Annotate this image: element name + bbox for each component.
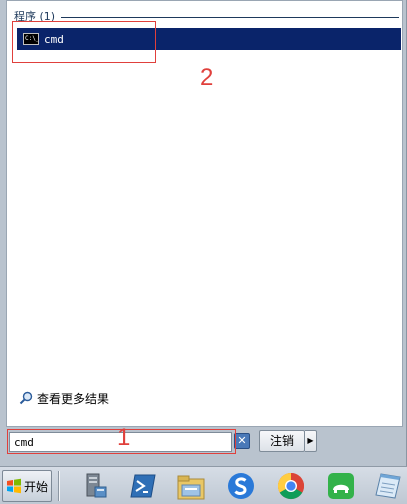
notepad-icon: [375, 473, 401, 499]
logout-button[interactable]: 注销: [259, 430, 305, 452]
green-app-icon: [328, 473, 354, 499]
taskbar-powershell[interactable]: [123, 469, 163, 503]
annotation-number-2: 2: [200, 64, 214, 91]
taskbar: 开始: [0, 466, 407, 504]
see-more-results-label: 查看更多结果: [37, 391, 110, 406]
file-explorer-icon: [177, 475, 205, 500]
search-icon: [19, 391, 33, 405]
annotation-number-1: 1: [117, 424, 131, 451]
powershell-icon: [130, 474, 156, 498]
start-button-label: 开始: [23, 479, 48, 494]
windows-logo-icon: [6, 478, 21, 494]
annotation-box-2: [12, 21, 156, 63]
sogou-browser-icon: [228, 473, 254, 499]
shutdown-options-arrow-button[interactable]: ▶: [305, 430, 317, 452]
clear-search-button[interactable]: ✕: [234, 433, 250, 449]
taskbar-sogou-browser[interactable]: [221, 469, 261, 503]
taskbar-file-explorer[interactable]: [171, 469, 211, 503]
taskbar-notepad[interactable]: [368, 469, 407, 503]
chrome-icon: [277, 472, 305, 500]
see-more-results-link[interactable]: 查看更多结果: [19, 389, 109, 407]
start-button[interactable]: 开始: [2, 470, 52, 502]
taskbar-separator: [58, 471, 60, 501]
taskbar-green-app[interactable]: [321, 469, 361, 503]
server-manager-icon: [86, 473, 107, 498]
taskbar-chrome[interactable]: [271, 469, 311, 503]
group-header-divider: [61, 16, 399, 18]
taskbar-server-manager[interactable]: [75, 469, 115, 503]
